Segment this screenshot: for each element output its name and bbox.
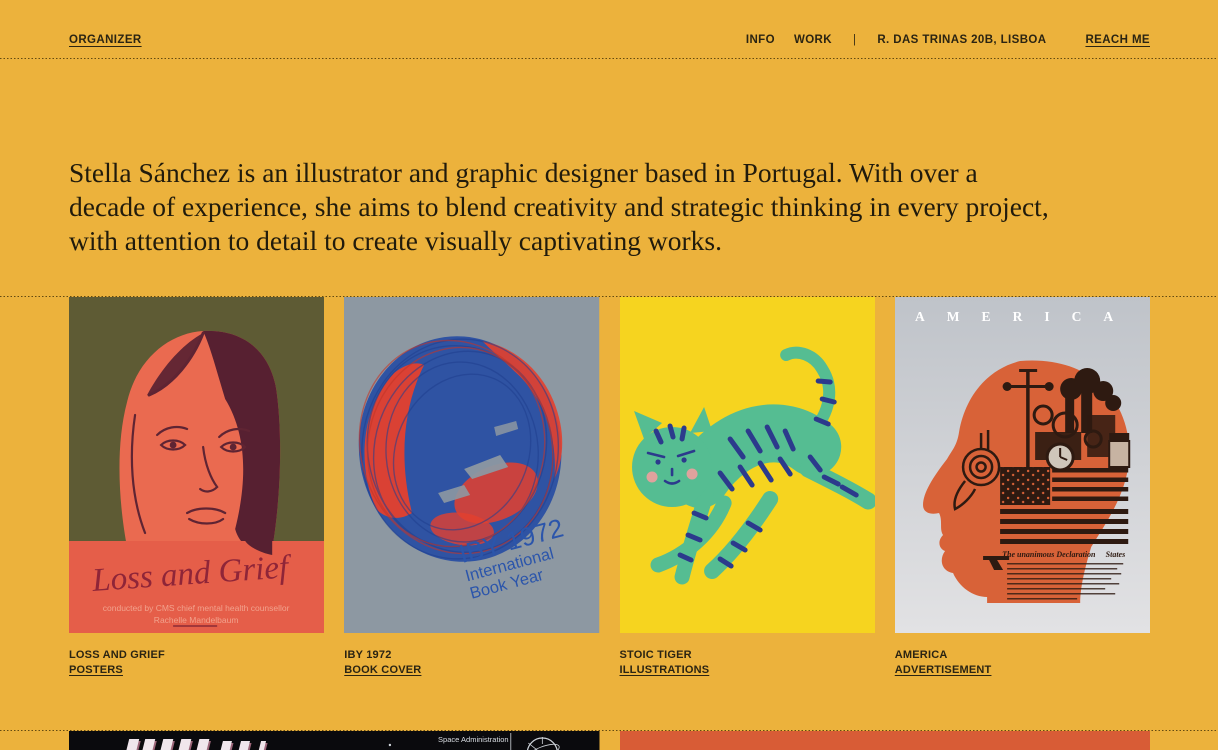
- project-category-link[interactable]: ILLUSTRATIONS: [620, 663, 710, 678]
- intro-line: Stella Sánchez is an illustrator and gra…: [69, 156, 1178, 190]
- project-card-iby-1972[interactable]: IBY 1972 International Book Year IBY 197…: [344, 297, 599, 678]
- project-card-america[interactable]: AMERICA: [895, 297, 1150, 678]
- organizer-logo[interactable]: ORGANIZER: [69, 34, 142, 46]
- stoic-tiger-illustration: [620, 297, 875, 633]
- portfolio-page: ORGANIZER INFO WORK | R. DAS TRINAS 20B,…: [0, 0, 1218, 750]
- project-card-stoic-tiger[interactable]: STOIC TIGER ILLUSTRATIONS: [620, 297, 875, 678]
- america-illustration: AMERICA: [895, 297, 1150, 633]
- reach-me-link[interactable]: REACH ME: [1085, 34, 1150, 46]
- header: ORGANIZER INFO WORK | R. DAS TRINAS 20B,…: [0, 0, 1218, 58]
- project-category-link[interactable]: ADVERTISEMENT: [895, 663, 992, 678]
- project-caption: IBY 1972 BOOK COVER: [344, 648, 599, 678]
- header-divider-line: [0, 58, 1218, 59]
- project-category-link[interactable]: BOOK COVER: [344, 663, 421, 678]
- intro-line: with attention to detail to create visua…: [69, 224, 1178, 258]
- poster-image-iby-1972[interactable]: IBY 1972 International Book Year: [344, 297, 599, 633]
- america-poster-title: AMERICA: [915, 309, 1135, 324]
- nav-info[interactable]: INFO: [746, 34, 775, 46]
- loss-poster-credit-line1: conducted by CMS chief mental health cou…: [103, 603, 290, 613]
- project-caption: AMERICA ADVERTISEMENT: [895, 648, 1150, 678]
- declaration-heading-end: States: [1105, 550, 1125, 559]
- poster-image-stoic-tiger[interactable]: [620, 297, 875, 633]
- project-caption: STOIC TIGER ILLUSTRATIONS: [620, 648, 875, 678]
- space-administration-label: Space Administration: [438, 735, 509, 744]
- loss-poster-credit-line2: Rachelle Mandelbaum: [154, 615, 239, 625]
- intro-text: Stella Sánchez is an illustrator and gra…: [69, 156, 1178, 258]
- nav-divider: |: [853, 34, 856, 46]
- project-title: LOSS AND GRIEF: [69, 648, 324, 663]
- project-title: STOIC TIGER: [620, 648, 875, 663]
- header-nav: INFO WORK | R. DAS TRINAS 20B, LISBOA RE…: [746, 34, 1150, 46]
- space-poster-illustration: Space Administration: [69, 731, 600, 750]
- project-card-space-poster[interactable]: Space Administration: [69, 731, 600, 750]
- project-title: IBY 1972: [344, 648, 599, 663]
- project-grid-row2: Space Administration: [69, 731, 1150, 750]
- project-card-orange-poster[interactable]: [620, 731, 1151, 750]
- poster-image-america[interactable]: AMERICA: [895, 297, 1150, 633]
- iby-1972-illustration: IBY 1972 International Book Year: [344, 297, 599, 633]
- header-address: R. DAS TRINAS 20B, LISBOA: [877, 34, 1046, 46]
- project-grid: Loss and Grief conducted by CMS chief me…: [69, 297, 1150, 678]
- declaration-heading: The unanimous Declaration: [1002, 550, 1096, 559]
- nav-work[interactable]: WORK: [794, 34, 832, 46]
- loss-and-grief-illustration: Loss and Grief conducted by CMS chief me…: [69, 297, 324, 633]
- project-title: AMERICA: [895, 648, 1150, 663]
- project-category-link[interactable]: POSTERS: [69, 663, 123, 678]
- poster-image-loss-and-grief[interactable]: Loss and Grief conducted by CMS chief me…: [69, 297, 324, 633]
- intro-line: decade of experience, she aims to blend …: [69, 190, 1178, 224]
- project-card-loss-and-grief[interactable]: Loss and Grief conducted by CMS chief me…: [69, 297, 324, 678]
- project-caption: LOSS AND GRIEF POSTERS: [69, 648, 324, 678]
